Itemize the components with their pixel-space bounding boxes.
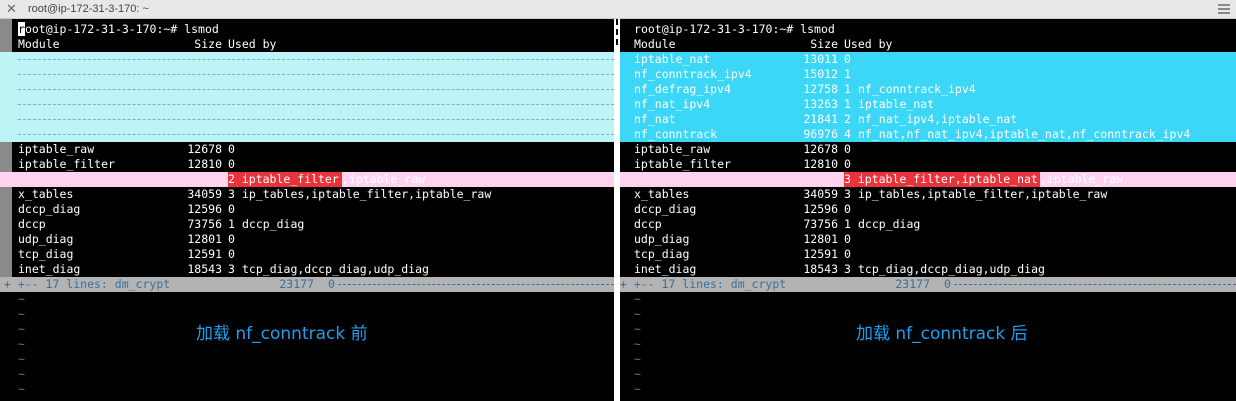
window-titlebar: ✕ root@ip-172-31-3-170: ~ (0, 0, 1236, 19)
prompt-first-char: r (634, 22, 641, 36)
header-line: Module Size Used by (0, 37, 614, 52)
fold-label: + +-- 17 lines: dm_crypt (4, 277, 171, 291)
module-row: iptable_raw 12678 0 (18, 142, 235, 156)
added-row: nf_conntrack 96976 4 nf_nat,nf_nat_ipv4,… (620, 127, 1236, 142)
module-row: iptable_raw 12678 0 (634, 142, 851, 156)
col-used: Used by (228, 37, 277, 51)
empty-line-marker: ~ (634, 382, 641, 396)
col-used: Used by (844, 37, 893, 51)
filler-line (0, 127, 614, 142)
close-icon[interactable]: ✕ (6, 1, 17, 18)
fold-size: 23177 (895, 277, 930, 291)
prompt-line: root@ip-172-31-3-170:~# lsmod (0, 22, 614, 37)
empty-line-marker: ~ (18, 352, 25, 366)
module-row: inet_diag 18543 3 tcp_diag,dccp_diag,udp… (18, 262, 429, 276)
added-row: nf_conntrack_ipv4 15012 1 (620, 67, 1236, 82)
cursor: r (18, 22, 25, 36)
module-row: dccp_diag 12596 0 (634, 202, 851, 216)
filler-line (0, 52, 614, 67)
module-row: inet_diag 18543 3 tcp_diag,dccp_diag,udp… (634, 262, 1045, 276)
added-row: nf_defrag_ipv4 12758 1 nf_conntrack_ipv4 (620, 82, 1236, 97)
added-row: nf_nat_ipv4 13263 1 iptable_nat (620, 97, 1236, 112)
right-diff-pane[interactable]: root@ip-172-31-3-170:~# lsmod Module Siz… (620, 19, 1236, 401)
filler-line (0, 67, 614, 82)
col-size: Size (194, 37, 222, 51)
empty-line-marker: ~ (634, 367, 641, 381)
fold-line[interactable]: + +-- 17 lines: dm_crypt 23177 0 (620, 277, 1236, 292)
module-row: iptable_filter 12810 0 (634, 157, 851, 171)
module-row: iptable_filter 12810 0 (18, 157, 235, 171)
unchanged-text: ,iptable_raw (1040, 172, 1124, 186)
module-row: udp_diag 12801 0 (18, 232, 235, 246)
fold-label: + +-- 17 lines: dm_crypt (620, 277, 787, 291)
filler-line (0, 82, 614, 97)
left-diff-pane[interactable]: root@ip-172-31-3-170:~# lsmod Module Siz… (0, 19, 614, 401)
changed-row: ip_tables 27239 3 iptable_filter,iptable… (620, 172, 1236, 187)
prompt-line: root@ip-172-31-3-170:~# lsmod (620, 22, 1236, 37)
added-row: nf_nat 21841 2 nf_nat_ipv4,iptable_nat (620, 112, 1236, 127)
empty-line-marker: ~ (634, 352, 641, 366)
prompt-text: oot@ip-172-31-3-170:~# lsmod (24, 22, 219, 36)
col-module: Module (18, 37, 60, 51)
col-size: Size (810, 37, 838, 51)
module-row: x_tables 34059 3 ip_tables,iptable_filte… (18, 187, 492, 201)
added-row: iptable_nat 13011 0 (620, 52, 1236, 67)
caption-after: 加载 nf_conntrack 后 (856, 324, 1028, 344)
fold-count: 0 (328, 277, 335, 291)
filler-line (0, 112, 614, 127)
changed-row: ip_tables 27239 2 iptable_filter ,iptabl… (0, 172, 614, 187)
module-row: udp_diag 12801 0 (634, 232, 851, 246)
menu-icon[interactable] (1218, 4, 1230, 14)
changed-text: 2 iptable_filter (228, 172, 342, 187)
module-row: x_tables 34059 3 ip_tables,iptable_filte… (634, 187, 1108, 201)
module-row: tcp_diag 12591 0 (18, 247, 235, 261)
module-row: dccp 73756 1 dccp_diag (634, 217, 921, 231)
empty-line-marker: ~ (18, 382, 25, 396)
module-row: dccp_diag 12596 0 (18, 202, 235, 216)
empty-line-marker: ~ (18, 367, 25, 381)
unchanged-text: ,iptable_raw (342, 172, 426, 186)
fold-line[interactable]: + +-- 17 lines: dm_crypt 23177 0 (0, 277, 614, 292)
module-row: tcp_diag 12591 0 (634, 247, 851, 261)
caption-before: 加载 nf_conntrack 前 (196, 324, 368, 344)
filler-line (0, 97, 614, 112)
col-module: Module (634, 37, 676, 51)
changed-text: 3 iptable_filter,iptable_nat (844, 172, 1040, 187)
header-line: Module Size Used by (620, 37, 1236, 52)
prompt-text: oot@ip-172-31-3-170:~# lsmod (640, 22, 835, 36)
empty-line-marker: ~ (18, 292, 25, 306)
empty-line-marker: ~ (634, 292, 641, 306)
fold-count: 0 (944, 277, 951, 291)
module-row: dccp 73756 1 dccp_diag (18, 217, 305, 231)
window-title: root@ip-172-31-3-170: ~ (28, 3, 149, 15)
fold-size: 23177 (279, 277, 314, 291)
